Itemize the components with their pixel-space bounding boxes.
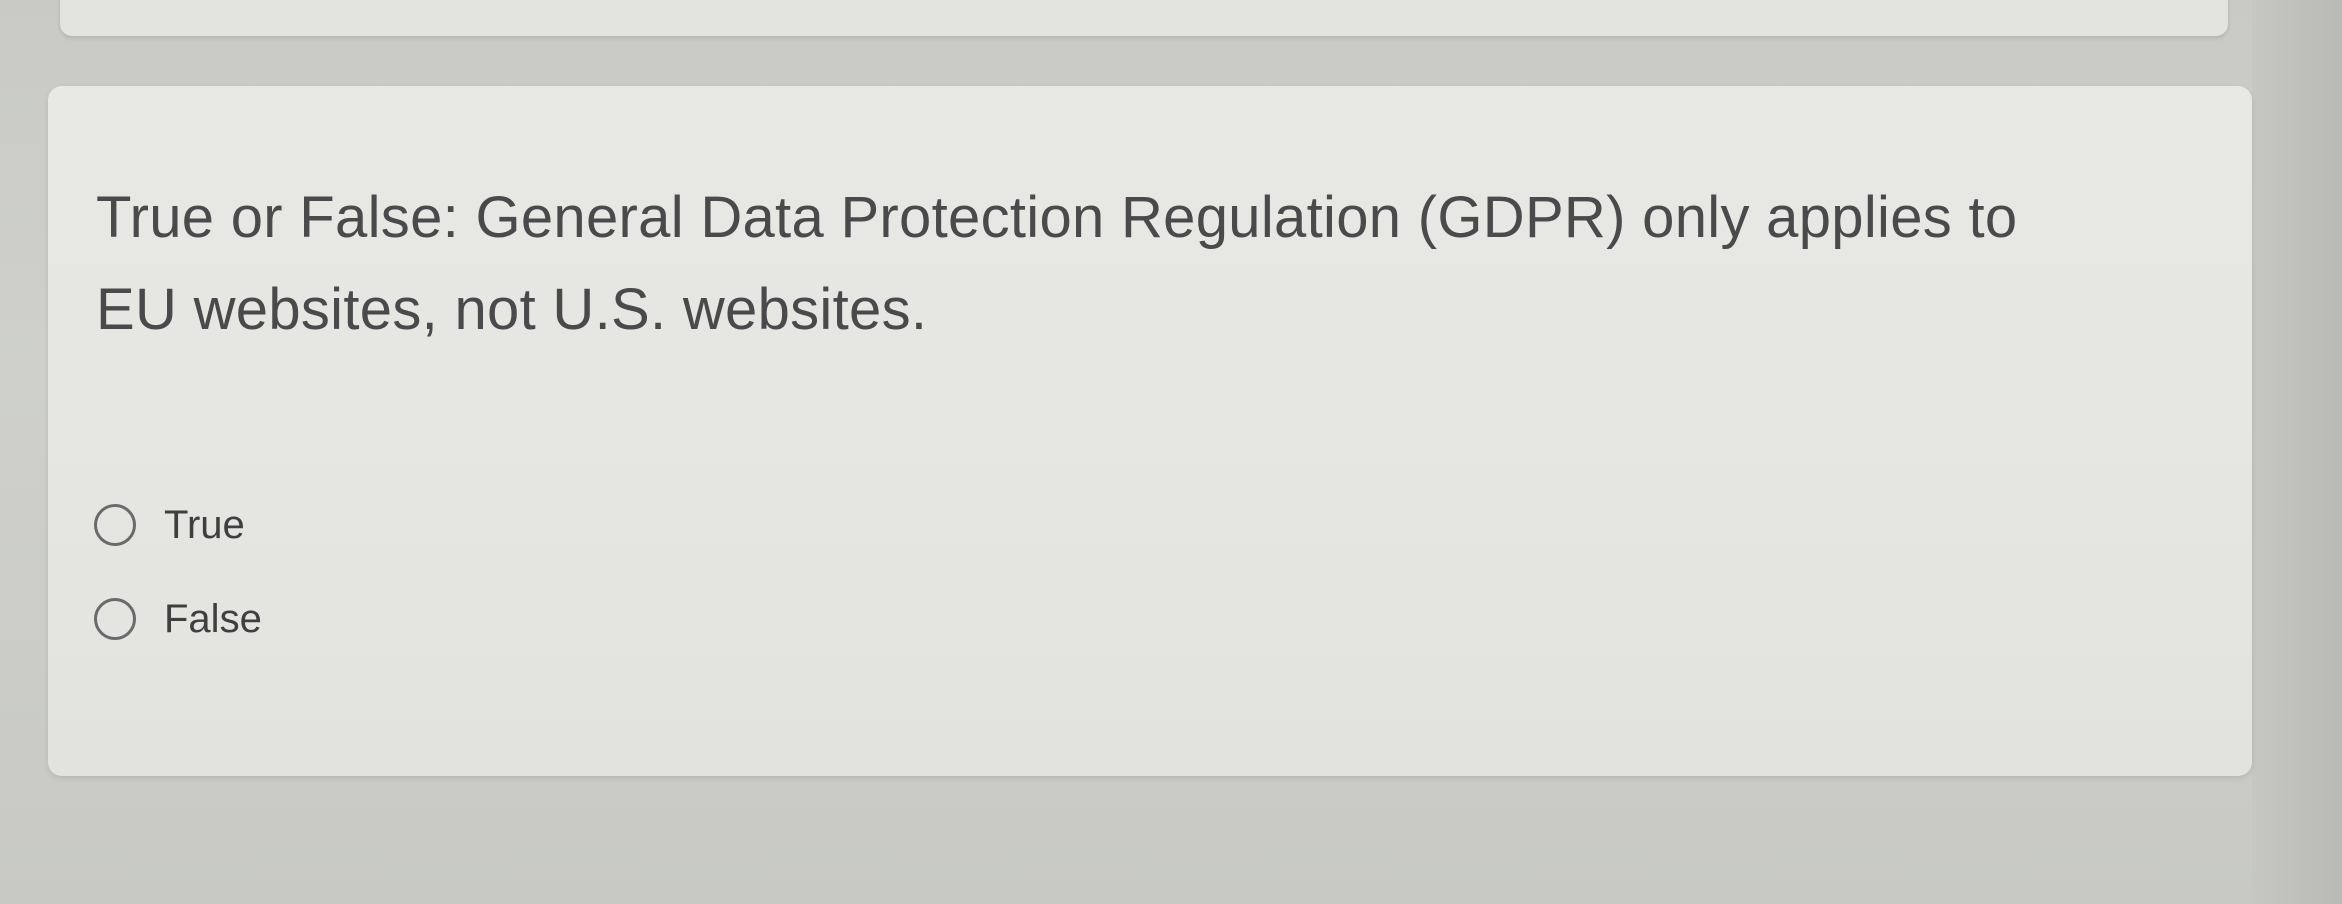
previous-question-card [60, 0, 2228, 36]
question-text: True or False: General Data Protection R… [96, 185, 2018, 342]
radio-button-true[interactable] [94, 504, 136, 546]
option-true[interactable]: True [94, 478, 262, 572]
background-edge [2252, 0, 2342, 904]
option-false-label: False [164, 596, 262, 641]
option-false[interactable]: False [94, 572, 262, 666]
answer-options: True False [94, 478, 262, 666]
option-true-label: True [164, 502, 245, 547]
radio-button-false[interactable] [94, 598, 136, 640]
